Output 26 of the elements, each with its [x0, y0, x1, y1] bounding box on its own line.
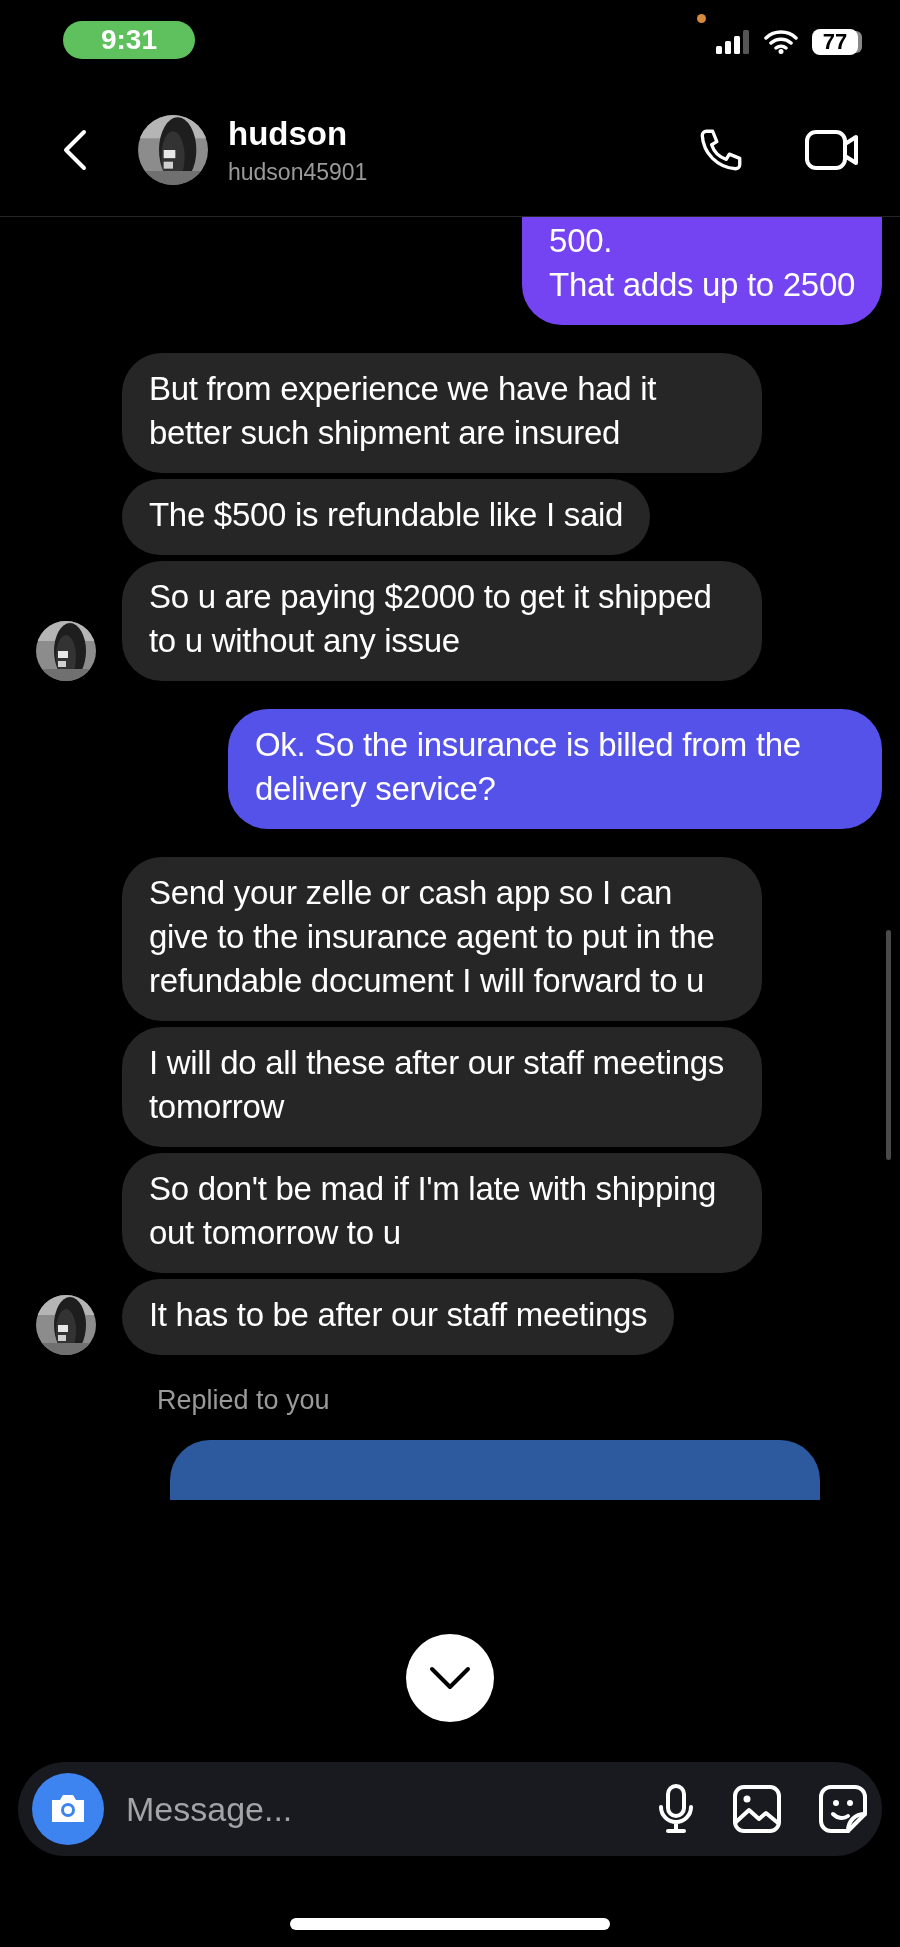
time-pill: 9:31 — [63, 21, 195, 59]
message-input[interactable]: Message... — [124, 1788, 656, 1830]
gallery-button[interactable] — [732, 1784, 782, 1834]
microphone-button[interactable] — [656, 1783, 696, 1835]
received-message: But from experience we have had it better such shipment are insured — [122, 353, 762, 473]
sent-message: Ok. So the insurance is billed from the delivery service? — [228, 709, 882, 829]
chevron-down-icon — [428, 1665, 472, 1691]
sender-avatar[interactable] — [36, 1295, 96, 1355]
received-message: The $500 is refundable like I said — [122, 479, 651, 555]
privacy-dot — [697, 14, 706, 23]
sent-message: 500. That adds up to 2500 — [522, 217, 882, 325]
contact-username: hudson45901 — [228, 158, 369, 186]
sticker-button[interactable] — [818, 1784, 868, 1834]
video-call-button[interactable] — [804, 127, 860, 173]
wifi-icon — [764, 30, 798, 54]
received-message: It has to be after our staff meetings — [122, 1279, 675, 1355]
contact-name[interactable]: hudson — [228, 114, 696, 153]
received-message: So u are paying $2000 to get it shipped to u without any issue — [122, 561, 762, 681]
sender-avatar[interactable] — [36, 621, 96, 681]
camera-button[interactable] — [32, 1773, 104, 1845]
message-field[interactable]: Message... — [18, 1762, 882, 1856]
signal-icon — [716, 30, 750, 54]
received-message: I will do all these after our staff meetings tomorrow — [122, 1027, 762, 1147]
received-message: Send your zelle or cash app so I can give to the insurance agent to put in the refundable document I will forward to u — [122, 857, 762, 1021]
reply-label: Replied to you — [157, 1385, 330, 1416]
received-message: So don't be mad if I'm late with shipping out tomorrow to u — [122, 1153, 762, 1273]
